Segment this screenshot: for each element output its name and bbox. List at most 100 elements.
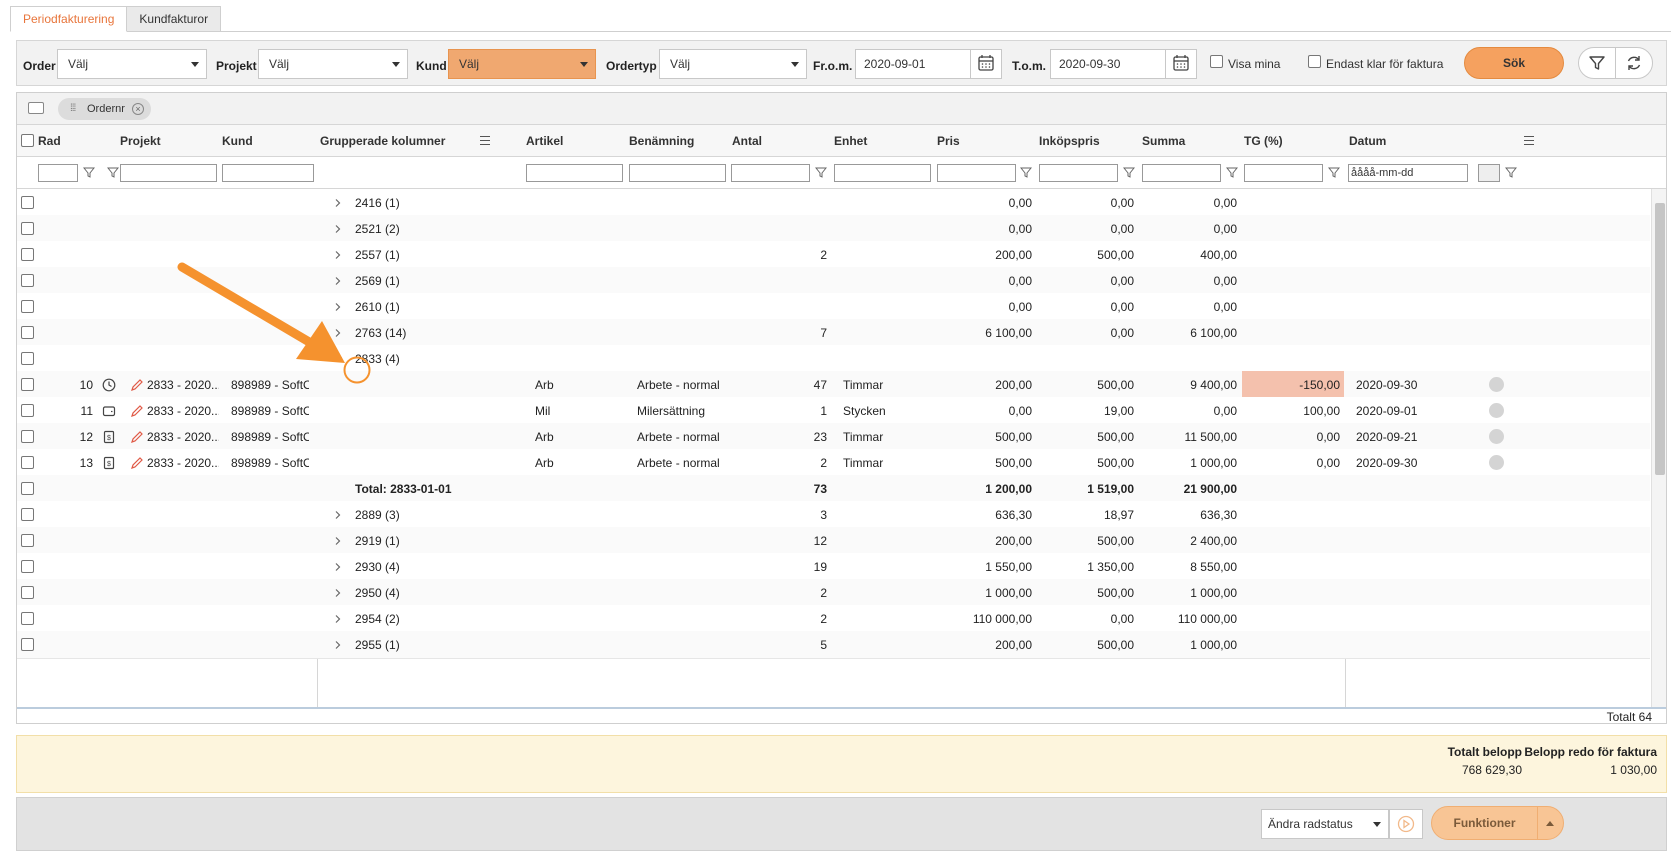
remove-chip-icon[interactable]: × bbox=[132, 103, 144, 115]
inkopspris-filter-input[interactable] bbox=[1039, 164, 1118, 182]
row-checkbox[interactable] bbox=[21, 612, 34, 625]
antal-filter-input[interactable] bbox=[731, 164, 810, 182]
row-checkbox[interactable] bbox=[21, 248, 34, 261]
select-all-checkbox[interactable] bbox=[21, 134, 34, 147]
group-row[interactable]: 2930 (4) 19 1 550,00 1 350,00 8 550,00 bbox=[17, 553, 1650, 581]
status-filter-input[interactable] bbox=[1478, 164, 1500, 182]
kund-filter-input[interactable] bbox=[222, 164, 314, 182]
row-checkbox[interactable] bbox=[21, 586, 34, 599]
tom-calendar-button[interactable] bbox=[1165, 49, 1197, 79]
row-checkbox[interactable] bbox=[21, 274, 34, 287]
expand-chevron-icon[interactable] bbox=[333, 224, 343, 234]
detail-row[interactable]: 12 $2833 - 2020... 898989 - SoftO... Arb Arb… bbox=[17, 423, 1650, 451]
group-row[interactable]: 2889 (3) 3 636,30 18,97 636,30 bbox=[17, 501, 1650, 529]
functions-dropdown-button[interactable] bbox=[1537, 806, 1564, 840]
status-dot-icon[interactable] bbox=[1489, 377, 1504, 392]
filter-icon[interactable] bbox=[1226, 167, 1238, 179]
vertical-scrollbar[interactable] bbox=[1651, 189, 1666, 709]
col-projekt[interactable]: Projekt bbox=[120, 125, 161, 157]
filter-icon[interactable] bbox=[1505, 167, 1517, 179]
tab-periodfakturering[interactable]: Periodfakturering bbox=[10, 6, 128, 32]
group-row[interactable]: 2919 (1) 12 200,00 500,00 2 400,00 bbox=[17, 527, 1650, 555]
status-dot-icon[interactable] bbox=[1489, 429, 1504, 444]
expand-chevron-icon[interactable] bbox=[333, 198, 343, 208]
rad-filter-input[interactable] bbox=[38, 164, 78, 182]
projekt-select[interactable]: Välj bbox=[258, 49, 408, 79]
search-button[interactable]: Sök bbox=[1464, 47, 1564, 79]
col-summa[interactable]: Summa bbox=[1142, 125, 1185, 157]
expand-chevron-icon[interactable] bbox=[333, 588, 343, 598]
benamning-filter-input[interactable] bbox=[629, 164, 726, 182]
col-artikel[interactable]: Artikel bbox=[526, 125, 563, 157]
projekt-filter-input[interactable] bbox=[120, 164, 217, 182]
functions-button[interactable]: Funktioner bbox=[1431, 806, 1538, 840]
row-checkbox[interactable] bbox=[21, 534, 34, 547]
col-antal[interactable]: Antal bbox=[732, 125, 762, 157]
row-status-select[interactable]: Ändra radstatus bbox=[1261, 809, 1389, 839]
kund-select[interactable]: Välj bbox=[448, 49, 596, 79]
column-menu-icon[interactable] bbox=[1524, 136, 1534, 145]
pris-filter-input[interactable] bbox=[937, 164, 1016, 182]
col-datum[interactable]: Datum bbox=[1349, 125, 1386, 157]
col-kund[interactable]: Kund bbox=[222, 125, 253, 157]
artikel-filter-input[interactable] bbox=[526, 164, 623, 182]
expand-chevron-icon[interactable] bbox=[333, 562, 343, 572]
total-row[interactable]: Total: 2833-01-01 73 1 200,00 1 519,00 21 90… bbox=[17, 475, 1650, 503]
tab-kundfakturor[interactable]: Kundfakturor bbox=[127, 6, 222, 32]
row-checkbox[interactable] bbox=[21, 326, 34, 339]
row-checkbox[interactable] bbox=[21, 430, 34, 443]
from-calendar-button[interactable] bbox=[970, 49, 1002, 79]
filter-icon[interactable] bbox=[83, 167, 95, 179]
filter-icon[interactable] bbox=[1328, 167, 1340, 179]
group-row[interactable]: 2954 (2) 2 110 000,00 0,00 110 000,00 bbox=[17, 605, 1650, 633]
order-select[interactable]: Välj bbox=[57, 49, 207, 79]
scrollbar-thumb[interactable] bbox=[1655, 203, 1665, 475]
filter-icon[interactable] bbox=[107, 167, 119, 179]
column-chooser-icon[interactable] bbox=[28, 102, 44, 114]
row-checkbox[interactable] bbox=[21, 196, 34, 209]
row-checkbox[interactable] bbox=[21, 482, 34, 495]
filter-icon[interactable] bbox=[815, 167, 827, 179]
column-menu-icon[interactable] bbox=[480, 136, 490, 145]
refresh-button[interactable] bbox=[1615, 47, 1653, 79]
expand-chevron-icon[interactable] bbox=[333, 640, 343, 650]
row-checkbox[interactable] bbox=[21, 508, 34, 521]
from-date-input[interactable]: 2020-09-01 bbox=[855, 49, 971, 79]
col-benamning[interactable]: Benämning bbox=[629, 125, 694, 157]
detail-row[interactable]: 13 $2833 - 2020... 898989 - SoftO... Arb Arb… bbox=[17, 449, 1650, 477]
expand-chevron-icon[interactable] bbox=[333, 614, 343, 624]
col-tg[interactable]: TG (%) bbox=[1244, 125, 1283, 157]
group-row[interactable]: 2955 (1) 5 200,00 500,00 1 000,00 bbox=[17, 631, 1650, 659]
row-checkbox[interactable] bbox=[21, 638, 34, 651]
row-checkbox[interactable] bbox=[21, 352, 34, 365]
group-row[interactable]: 2950 (4) 2 1 000,00 500,00 1 000,00 bbox=[17, 579, 1650, 607]
group-chip-ordernr[interactable]: ⁞⁞⁞ Ordernr × bbox=[58, 98, 151, 120]
tg-filter-input[interactable] bbox=[1244, 164, 1323, 182]
col-grupperade[interactable]: Grupperade kolumner bbox=[320, 125, 445, 157]
status-dot-icon[interactable] bbox=[1489, 403, 1504, 418]
col-rad[interactable]: Rad bbox=[38, 125, 61, 157]
visa-mina-checkbox[interactable] bbox=[1210, 55, 1223, 68]
edit-pencil-icon[interactable] bbox=[130, 404, 144, 418]
row-checkbox[interactable] bbox=[21, 378, 34, 391]
col-inkopspris[interactable]: Inköpspris bbox=[1039, 125, 1100, 157]
tom-date-input[interactable]: 2020-09-30 bbox=[1050, 49, 1166, 79]
row-checkbox[interactable] bbox=[21, 560, 34, 573]
group-row[interactable]: 2521 (2) 0,00 0,00 0,00 bbox=[17, 215, 1650, 243]
expand-chevron-icon[interactable] bbox=[333, 510, 343, 520]
endast-klar-checkbox[interactable] bbox=[1308, 55, 1321, 68]
row-checkbox[interactable] bbox=[21, 456, 34, 469]
col-enhet[interactable]: Enhet bbox=[834, 125, 867, 157]
edit-pencil-icon[interactable] bbox=[130, 456, 144, 470]
filter-button[interactable] bbox=[1578, 47, 1616, 79]
filter-icon[interactable] bbox=[1123, 167, 1135, 179]
row-checkbox[interactable] bbox=[21, 404, 34, 417]
filter-icon[interactable] bbox=[1020, 167, 1032, 179]
expand-chevron-icon[interactable] bbox=[333, 536, 343, 546]
ordertyp-select[interactable]: Välj bbox=[659, 49, 807, 79]
row-checkbox[interactable] bbox=[21, 222, 34, 235]
datum-filter-input[interactable]: åååå-mm-dd bbox=[1348, 164, 1468, 182]
edit-pencil-icon[interactable] bbox=[130, 430, 144, 444]
group-row[interactable]: 2416 (1) 0,00 0,00 0,00 bbox=[17, 189, 1650, 217]
apply-status-button[interactable] bbox=[1389, 809, 1423, 839]
